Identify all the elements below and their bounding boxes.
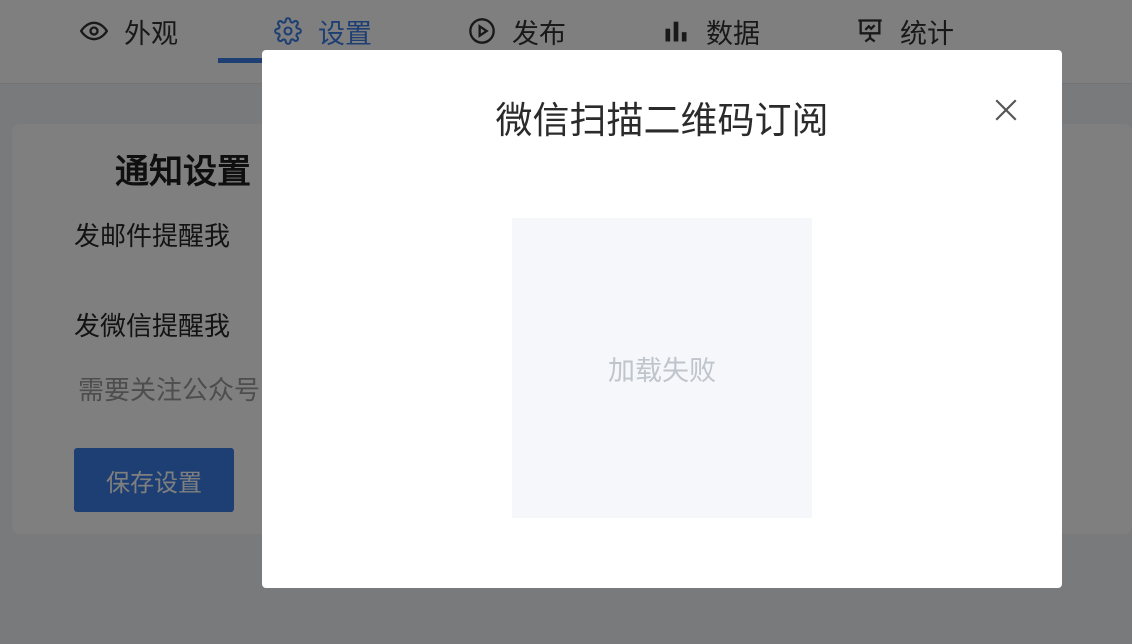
modal-title: 微信扫描二维码订阅	[495, 99, 829, 142]
qr-code-placeholder: 加载失败	[512, 218, 812, 518]
close-button[interactable]	[990, 94, 1022, 126]
app-root: 外观 设置 发布 数据 统计	[0, 0, 1132, 644]
qr-load-error-text: 加载失败	[608, 355, 716, 387]
close-icon	[995, 99, 1017, 121]
wechat-subscribe-modal: 微信扫描二维码订阅 加载失败	[262, 50, 1062, 588]
